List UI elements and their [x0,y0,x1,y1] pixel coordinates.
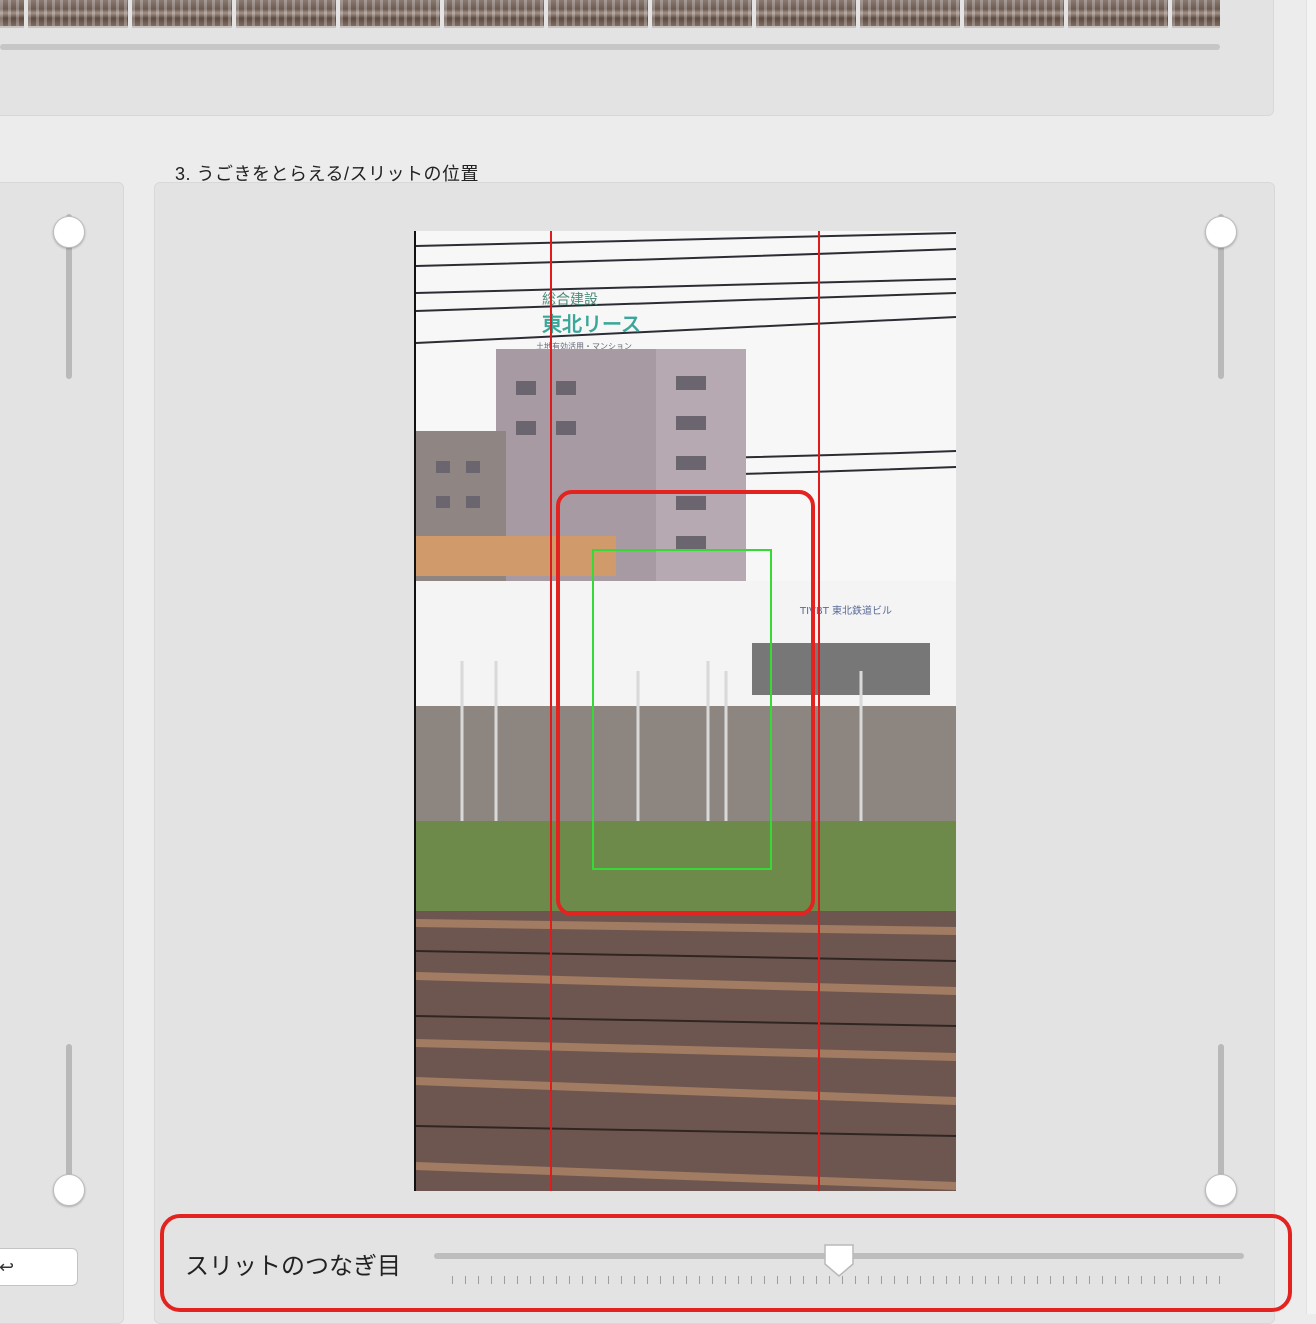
film-frame[interactable] [652,0,752,28]
joint-slider-knob[interactable] [822,1242,856,1278]
slit-right-line[interactable] [818,231,820,1191]
return-icon: ↩ [0,1256,15,1277]
film-frame[interactable] [340,0,440,28]
film-frame[interactable] [1172,0,1220,28]
target-highlight-callout [556,490,815,916]
film-frame[interactable] [548,0,648,28]
film-frame[interactable] [756,0,856,28]
return-button[interactable]: ↩ [0,1248,78,1286]
right-bottom-slider-knob[interactable] [1205,1174,1237,1206]
window-right-edge [1306,0,1316,1314]
film-frame[interactable] [0,0,24,28]
left-top-slider-knob[interactable] [53,216,85,248]
film-frame[interactable] [236,0,336,28]
sign-line-2: 東北リース [542,312,641,336]
film-frame[interactable] [28,0,128,28]
film-frame[interactable] [132,0,232,28]
joint-slider-label: スリットのつなぎ目 [185,1253,401,1280]
left-panel [0,182,124,1324]
film-frame[interactable] [444,0,544,28]
film-frame[interactable] [964,0,1064,28]
right-top-slider-knob[interactable] [1205,216,1237,248]
film-frame[interactable] [860,0,960,28]
film-strip-scrollbar[interactable] [0,44,1220,50]
left-bottom-slider-knob[interactable] [53,1174,85,1206]
slit-left-line[interactable] [550,231,552,1191]
film-strip [0,0,1220,28]
film-frame[interactable] [1068,0,1168,28]
